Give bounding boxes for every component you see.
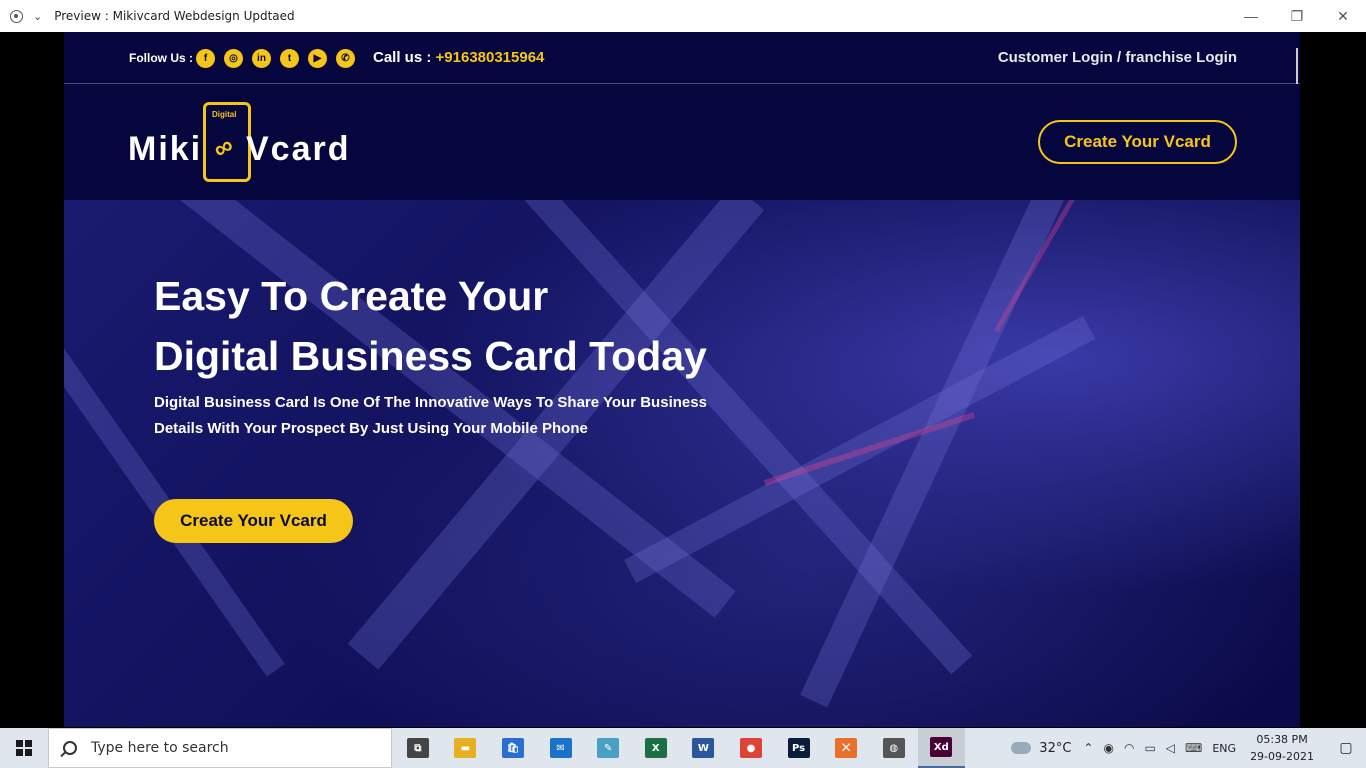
language-indicator[interactable]: ENG (1212, 742, 1236, 755)
wifi-icon[interactable]: ◠ (1124, 741, 1134, 755)
instagram-icon[interactable]: ◎ (224, 49, 243, 68)
windows-taskbar: Type here to search ⧉ ▬ 🛍 ✉ ✎ X W ● Ps ⨉ ◍ Xd 32°C … (0, 728, 1366, 768)
logo-text-vcard: Vcard (246, 130, 351, 168)
youtube-icon[interactable]: ▶ (308, 49, 327, 68)
weather-widget[interactable]: 32°C (1011, 741, 1071, 756)
logo-text-miki: Miki (128, 130, 203, 168)
start-button[interactable] (0, 728, 48, 768)
facebook-icon[interactable]: f (196, 49, 215, 68)
hero-description-line1: Digital Business Card Is One Of The Inno… (154, 394, 707, 411)
photoshop-icon: Ps (787, 738, 810, 758)
file-explorer-icon: ▬ (454, 738, 477, 758)
create-vcard-nav-button[interactable]: Create Your Vcard (1038, 120, 1237, 164)
clock-time: 05:38 PM (1256, 733, 1308, 746)
cloud-icon (1011, 742, 1032, 754)
hero-heading-line1: Easy To Create Your (154, 273, 549, 319)
call-us: Call us : +916380315964 (373, 49, 544, 66)
phone-number-link[interactable]: +916380315964 (436, 49, 545, 66)
hero-heading: Easy To Create Your Digital Business Car… (154, 266, 707, 386)
keyboard-icon[interactable]: ⌨ (1185, 741, 1202, 755)
taskbar-app[interactable]: ⧉ (394, 728, 442, 768)
taskbar-app[interactable]: ✉ (537, 728, 585, 768)
top-bar: Follow Us : f ◎ in t ▶ ✆ Call us : +916380315… (64, 32, 1300, 84)
close-button[interactable]: ✕ (1320, 0, 1366, 32)
mail-icon: ✉ (549, 738, 572, 758)
chevron-down-icon[interactable]: ⌄ (33, 10, 42, 23)
store-icon: 🛍 (501, 738, 524, 758)
word-icon: W (692, 738, 715, 758)
system-tray: 32°C ⌃ ◉ ◠ ▭ ◁ ⌨ ENG 05:38 PM 29-09-2021… (1011, 728, 1366, 768)
hero-description: Digital Business Card Is One Of The Inno… (154, 390, 754, 442)
windows-icon (16, 740, 32, 756)
taskbar-app[interactable]: 🛍 (489, 728, 537, 768)
twitter-icon[interactable]: t (280, 49, 299, 68)
app-icon[interactable] (10, 9, 23, 23)
search-placeholder: Type here to search (91, 740, 229, 756)
taskbar-search[interactable]: Type here to search (48, 728, 392, 768)
taskbar-app[interactable]: ⨉ (822, 728, 870, 768)
logo[interactable]: Digital Miki ∞ Vcard (128, 102, 368, 182)
chrome-icon: ● (739, 738, 762, 758)
battery-icon[interactable]: ▭ (1144, 741, 1155, 755)
taskbar-app[interactable]: ◍ (870, 728, 918, 768)
navbar: Digital Miki ∞ Vcard Create Your Vcard (64, 84, 1300, 200)
task-view-icon: ⧉ (406, 738, 429, 758)
app-icon: ◍ (882, 738, 905, 758)
social-links: f ◎ in t ▶ ✆ (196, 49, 355, 68)
hero-description-line2: Details With Your Prospect By Just Using… (154, 420, 588, 437)
clock-date: 29-09-2021 (1250, 750, 1314, 763)
taskbar-app[interactable]: X (632, 728, 680, 768)
taskbar-app[interactable]: ✎ (584, 728, 632, 768)
notes-icon: ✎ (597, 738, 620, 758)
taskbar-app[interactable]: Xd (917, 728, 966, 768)
linkedin-icon[interactable]: in (252, 49, 271, 68)
excel-icon: X (644, 738, 667, 758)
window-titlebar: ⌄ Preview : Mikivcard Webdesign Updtaed … (0, 0, 1366, 32)
xampp-icon: ⨉ (835, 738, 858, 758)
notification-icon[interactable]: ▢ (1326, 728, 1366, 768)
temperature: 32°C (1039, 740, 1072, 756)
hero-section: Easy To Create Your Digital Business Car… (64, 200, 1300, 727)
restore-button[interactable]: ❐ (1274, 0, 1320, 32)
clock[interactable]: 05:38 PM 29-09-2021 (1250, 731, 1314, 765)
logo-digital-text: Digital (212, 110, 237, 119)
taskbar-app[interactable]: ● (727, 728, 775, 768)
chevron-up-icon[interactable]: ⌃ (1083, 741, 1093, 755)
taskbar-app[interactable]: ▬ (442, 728, 490, 768)
call-us-label: Call us : (373, 49, 432, 66)
page-viewport: Follow Us : f ◎ in t ▶ ✆ Call us : +916380315… (64, 32, 1300, 727)
volume-icon[interactable]: ◁ (1166, 741, 1175, 755)
search-icon (63, 741, 77, 755)
follow-us-label: Follow Us : (129, 51, 193, 65)
create-vcard-hero-button[interactable]: Create Your Vcard (154, 499, 353, 543)
taskbar-app[interactable]: Ps (775, 728, 823, 768)
minimize-button[interactable]: — (1228, 0, 1274, 32)
whatsapp-icon[interactable]: ✆ (336, 49, 355, 68)
window-title: Preview : Mikivcard Webdesign Updtaed (54, 9, 295, 23)
login-links[interactable]: Customer Login / franchise Login (998, 49, 1237, 66)
hero-heading-line2: Digital Business Card Today (154, 333, 707, 379)
taskbar-apps: ⧉ ▬ 🛍 ✉ ✎ X W ● Ps ⨉ ◍ Xd (394, 728, 966, 768)
adobe-xd-icon: Xd (930, 737, 953, 757)
meet-icon[interactable]: ◉ (1103, 741, 1113, 755)
taskbar-app[interactable]: W (680, 728, 728, 768)
